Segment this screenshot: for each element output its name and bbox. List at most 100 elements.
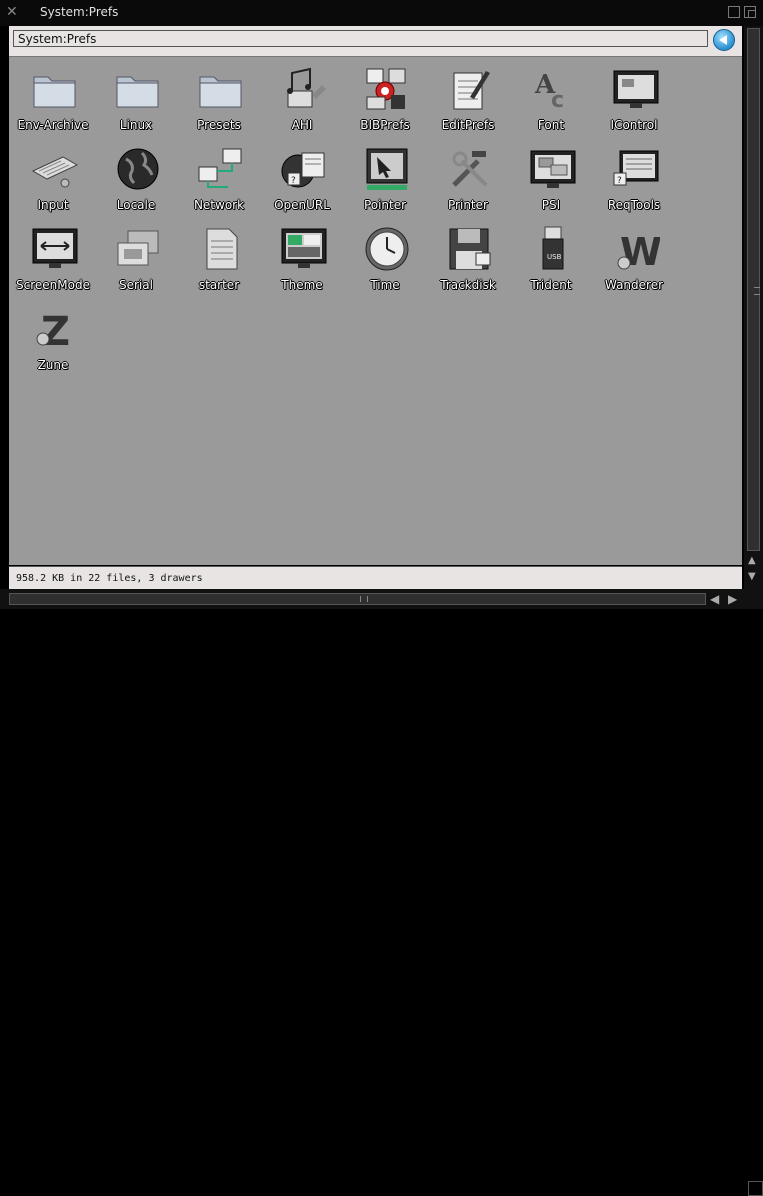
folder-icon [199,76,242,108]
scroll-down-icon[interactable]: ▼ [748,572,758,582]
icon-linux[interactable]: Linux [94,60,178,138]
grip-icon [754,287,760,295]
icon-ahi[interactable]: AHI [260,60,344,138]
folder-icon [116,76,159,108]
icon-label: IControl [610,118,658,132]
icon-psi[interactable]: PSI [509,140,593,218]
icon-label: Env-Archive [17,118,89,132]
icon-input[interactable]: Input [11,140,95,218]
window-title: System:Prefs [40,5,119,19]
icon-env-archive[interactable]: Env-Archive [11,60,95,138]
svg-text:USB: USB [547,253,562,261]
status-bar: 958.2 KB in 22 files, 3 drawers [9,566,742,589]
svg-text:c: c [551,88,564,113]
icon-label: Zune [37,358,69,372]
icon-label: Trackdisk [440,278,496,292]
icon-bibprefs[interactable]: BIBPrefs [343,60,427,138]
icon-starter[interactable]: starter [177,220,261,298]
icon-label: Time [370,278,400,292]
folder-icon [33,76,76,108]
icon-label: Pointer [363,198,407,212]
icon-label: starter [198,278,240,292]
icon-label: ScreenMode [16,278,90,292]
pointer-icon [366,148,408,190]
icon-serial[interactable]: Serial [94,220,178,298]
icon-label: Locale [116,198,156,212]
vertical-scrollbar[interactable]: ▲ ▼ [744,26,763,589]
icon-pointer[interactable]: Pointer [343,140,427,218]
scroll-left-icon[interactable]: ◀ [710,593,722,605]
wanderer-w-icon: W [617,230,660,273]
horizontal-scrollbar[interactable]: ◀ ▶ [0,589,763,1196]
horizontal-scroll-thumb[interactable] [9,593,706,605]
keyboard-icon [31,156,79,188]
monitor-icon [613,70,659,108]
usb-stick-icon: USB [542,226,564,270]
icon-label: Trident [530,278,572,292]
icon-reqtools[interactable]: ? ReqTools [592,140,676,218]
grip-icon [360,596,368,602]
serial-icon [117,230,159,266]
icon-editprefs[interactable]: EditPrefs [426,60,510,138]
document-icon [206,228,238,270]
scroll-right-icon[interactable]: ▶ [728,593,740,605]
scroll-up-icon[interactable]: ▲ [748,556,758,566]
icon-printer[interactable]: Printer [426,140,510,218]
window-titlebar[interactable]: ✕ System:Prefs [0,0,763,26]
icon-label: BIBPrefs [360,118,410,132]
icon-theme[interactable]: Theme [260,220,344,298]
zoom-icon[interactable] [728,6,740,18]
icon-zune[interactable]: Z Zune [11,300,95,378]
parent-button[interactable] [713,29,735,51]
icon-label: Theme [281,278,323,292]
icon-label: Serial [119,278,153,292]
icon-presets[interactable]: Presets [177,60,261,138]
icon-label: ReqTools [607,198,661,212]
icon-label: Printer [448,198,488,212]
icon-label: Presets [197,118,241,132]
icon-font[interactable]: A c Font [509,60,593,138]
globe-icon [117,148,159,190]
globe-document-icon: ? [281,152,325,188]
icon-label: Font [537,118,565,132]
path-bar: System:Prefs [9,26,742,57]
icon-label: AHI [291,118,313,132]
music-notes-icon [287,67,326,108]
close-icon[interactable]: ✕ [6,5,20,19]
svg-text:Z: Z [41,309,70,353]
depth-icon[interactable] [744,6,756,18]
icon-label: Network [193,198,245,212]
font-letters-icon: A c [534,70,564,113]
boot-prefs-icon [366,68,406,110]
tools-icon [452,151,488,187]
icon-wanderer[interactable]: W Wanderer [592,220,676,298]
clock-icon [365,227,409,271]
icon-label: Wanderer [604,278,664,292]
icon-label: EditPrefs [441,118,495,132]
vertical-scroll-thumb[interactable] [747,28,760,551]
requester-icon: ? [613,150,659,186]
icon-screenmode[interactable]: ScreenMode [11,220,95,298]
icon-network[interactable]: Network [177,140,261,218]
icon-label: Input [37,198,69,212]
icon-locale[interactable]: Locale [94,140,178,218]
icon-trident[interactable]: USB Trident [509,220,593,298]
icon-time[interactable]: Time [343,220,427,298]
zune-z-icon: Z [36,309,70,353]
icon-label: OpenURL [274,198,330,212]
notepad-pen-icon [453,71,490,110]
icon-area[interactable]: Env-Archive Linux Presets AHI BIBPrefs E… [9,57,742,565]
icon-openurl[interactable]: ? OpenURL [260,140,344,218]
floppy-icon [449,228,491,270]
svg-text:?: ? [291,176,296,186]
icon-icontrol[interactable]: IControl [592,60,676,138]
monitor-windows-icon [530,150,576,188]
svg-text:?: ? [617,176,622,186]
network-icon [198,148,242,188]
icon-trackdisk[interactable]: Trackdisk [426,220,510,298]
resize-handle-icon[interactable] [748,1181,763,1196]
theme-icon [281,228,327,268]
path-field[interactable]: System:Prefs [13,30,708,47]
screenmode-icon [32,228,78,268]
icon-label: PSI [541,198,561,212]
